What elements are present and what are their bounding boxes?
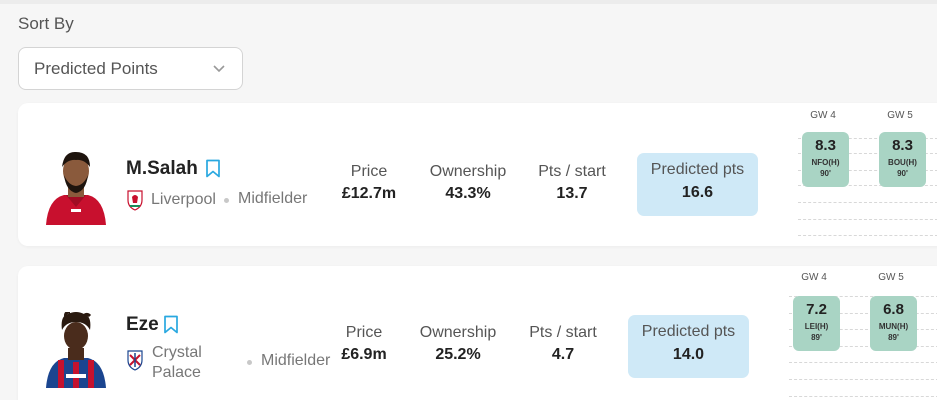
fixture-prediction[interactable]: 8.3 BOU(H) 90' — [879, 132, 926, 187]
sort-by-select[interactable]: Predicted Points — [18, 47, 243, 90]
ownership-value: 25.2% — [435, 346, 481, 363]
liverpool-crest-icon — [127, 190, 143, 211]
fixture-prediction[interactable]: 7.2 LEI(H) 89' — [793, 296, 840, 351]
gameweek-label: GW 5 — [887, 110, 913, 121]
gameweek-label: GW 5 — [878, 272, 904, 283]
pts-per-start-stat: Pts / start 4.7 — [519, 324, 607, 364]
fixture-opponent: LEI(H) — [804, 322, 829, 331]
player-position: Midfielder — [238, 190, 308, 207]
predicted-points-value: 14.0 — [672, 346, 705, 363]
player-avatar — [46, 151, 106, 225]
chevron-down-icon — [213, 65, 225, 73]
ownership-label: Ownership — [419, 324, 497, 341]
club-name: Liverpool — [151, 191, 216, 208]
ownership-label: Ownership — [429, 163, 507, 180]
fixture-minutes: 89' — [811, 333, 822, 342]
fixture-opponent: MUN(H) — [878, 322, 909, 331]
player-avatar — [46, 312, 106, 388]
gameweek-label: GW 4 — [810, 110, 836, 121]
player-position: Midfielder — [261, 352, 331, 369]
fixture-opponent: BOU(H) — [888, 158, 917, 167]
club-name-line2: Palace — [152, 364, 201, 381]
price-value: £12.7m — [341, 185, 397, 202]
separator-dot — [224, 198, 229, 203]
fixture-opponent: NFO(H) — [811, 158, 840, 167]
price-stat: Price £6.9m — [336, 324, 392, 364]
player-name[interactable]: M.Salah — [126, 158, 198, 180]
gameweek-label: GW 4 — [801, 272, 827, 283]
top-divider — [0, 0, 937, 4]
fixture-minutes: 90' — [897, 169, 908, 178]
player-name[interactable]: Eze — [126, 314, 159, 336]
predicted-points-box: Predicted pts 14.0 — [628, 315, 749, 378]
pts-per-start-value: 4.7 — [551, 346, 575, 363]
player-card-eze[interactable]: Eze Crystal Palace Midfielder Price £6.9… — [18, 266, 937, 400]
ownership-stat: Ownership 43.3% — [423, 163, 513, 203]
price-label: Price — [345, 324, 383, 341]
fixture-prediction[interactable]: 6.8 MUN(H) 89' — [870, 296, 917, 351]
pts-per-start-stat: Pts / start 13.7 — [528, 163, 616, 203]
player-card-salah[interactable]: M.Salah Liverpool Midfielder Price £12.7… — [18, 103, 937, 246]
club-name-line1: Crystal — [152, 344, 202, 361]
fixture-minutes: 89' — [888, 333, 899, 342]
fixture-points: 6.8 — [883, 301, 904, 318]
fixture-points: 7.2 — [806, 301, 827, 318]
fixture-minutes: 90' — [820, 169, 831, 178]
sort-by-value: Predicted Points — [34, 58, 158, 78]
fixture-prediction[interactable]: 8.3 NFO(H) 90' — [802, 132, 849, 187]
pts-per-start-label: Pts / start — [529, 324, 597, 341]
bookmark-icon[interactable] — [205, 159, 221, 178]
pts-per-start-label: Pts / start — [538, 163, 606, 180]
gameweek-forecast: GW 4 7.2 LEI(H) 89' GW 5 6.8 MUN(H) 89' — [781, 266, 937, 400]
predicted-points-value: 16.6 — [681, 184, 714, 201]
pts-per-start-value: 13.7 — [556, 185, 588, 202]
bookmark-icon[interactable] — [163, 315, 179, 334]
sort-by-label: Sort By — [18, 14, 74, 33]
price-value: £6.9m — [341, 346, 387, 363]
predicted-points-label: Predicted pts — [650, 161, 745, 178]
predicted-points-box: Predicted pts 16.6 — [637, 153, 758, 216]
price-stat: Price £12.7m — [334, 163, 404, 203]
ownership-value: 43.3% — [445, 185, 491, 202]
separator-dot — [247, 360, 252, 365]
gameweek-forecast: GW 4 8.3 NFO(H) 90' GW 5 8.3 BOU(H) 90' — [790, 103, 937, 246]
club-name: Crystal Palace — [152, 343, 202, 383]
price-label: Price — [350, 163, 388, 180]
fixture-points: 8.3 — [892, 137, 913, 154]
predicted-points-label: Predicted pts — [641, 323, 736, 340]
crystal-palace-crest-icon — [127, 350, 143, 371]
ownership-stat: Ownership 25.2% — [413, 324, 503, 364]
fixture-points: 8.3 — [815, 137, 836, 154]
